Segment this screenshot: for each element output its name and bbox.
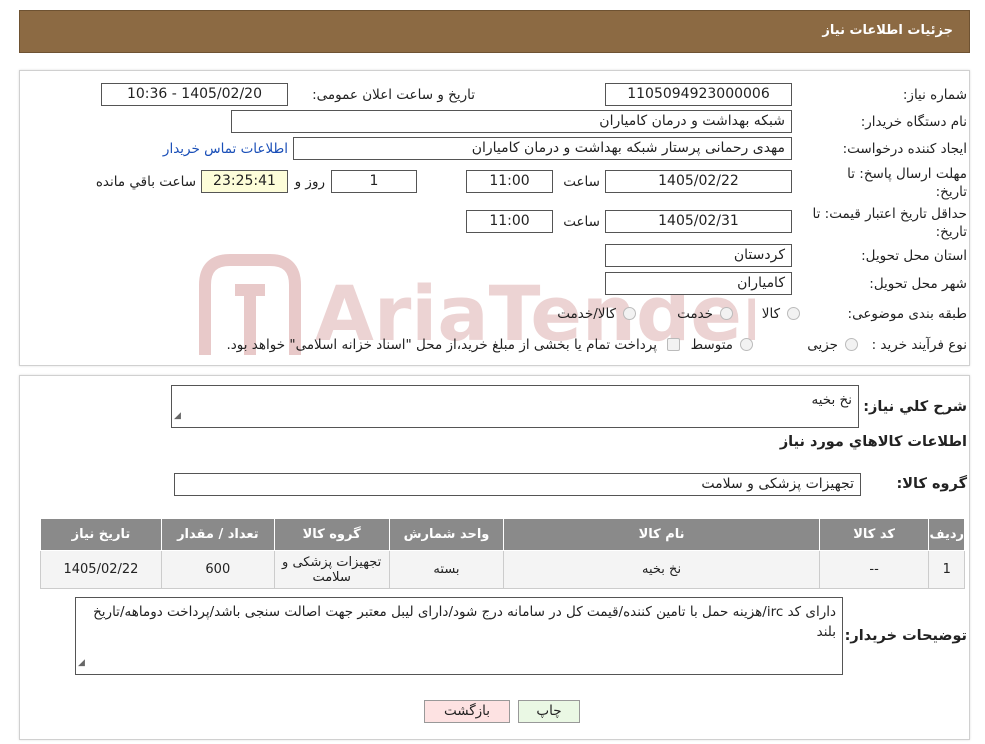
- buyer-org-label: نام دستگاه خریدار:: [860, 114, 967, 130]
- price-validity-label-date: تاریخ:: [935, 224, 967, 240]
- city-field: کامیاران: [605, 272, 792, 295]
- goods-table: رديف کد کالا نام کالا واحد شمارش گروه کا…: [40, 518, 965, 589]
- process-option-medium: متوسط: [690, 337, 733, 353]
- col-goods-name: نام کالا: [503, 518, 820, 551]
- price-validity-time-label: ساعت: [563, 214, 600, 230]
- category-option-goods: کالا: [761, 306, 780, 322]
- cell-goods-code: --: [818, 550, 930, 589]
- category-label: طبقه بندی موضوعی:: [847, 306, 967, 322]
- remaining-time-label: ساعت باقي مانده: [95, 174, 196, 190]
- category-option-goods-service: کالا/خدمت: [557, 306, 616, 322]
- need-number-field: 1105094923000006: [605, 83, 792, 106]
- buyer-contact-link[interactable]: اطلاعات تماس خریدار: [163, 141, 288, 157]
- creator-label: ایجاد کننده درخواست:: [842, 141, 967, 157]
- city-label: شهر محل تحویل:: [869, 276, 967, 292]
- col-unit: واحد شمارش: [388, 518, 505, 551]
- cell-goods-name: نخ بخیه: [503, 550, 820, 589]
- remaining-time-field: 23:25:41: [201, 170, 288, 193]
- price-validity-date-field: 1405/02/31: [605, 210, 792, 233]
- back-button[interactable]: بازگشت: [424, 700, 510, 723]
- creator-field: مهدی رحمانی پرستار شبکه بهداشت و درمان ک…: [293, 137, 792, 160]
- deadline-label: مهلت ارسال پاسخ: تا: [847, 166, 967, 182]
- resize-handle-icon[interactable]: ◢: [174, 406, 181, 426]
- treasury-checkbox[interactable]: [667, 338, 680, 351]
- category-option-service: خدمت: [677, 306, 713, 322]
- buyer-notes-field: دارای کد irc/هزینه حمل با تامین کننده/قی…: [75, 597, 843, 675]
- resize-handle-icon[interactable]: ◢: [78, 653, 85, 673]
- cell-row-number: 1: [928, 550, 965, 589]
- goods-group-field: تجهیزات پزشکی و سلامت: [174, 473, 861, 496]
- col-goods-group: گروه کالا: [273, 518, 390, 551]
- treasury-note: پرداخت تمام یا بخشی از مبلغ خرید،از محل …: [226, 337, 657, 353]
- cell-need-date: 1405/02/22: [40, 550, 162, 589]
- page-header: جزئیات اطلاعات نیاز: [19, 10, 970, 53]
- process-radio-minor[interactable]: [845, 338, 858, 351]
- goods-group-label: گروه کالا:: [896, 476, 967, 492]
- buyer-notes-text: دارای کد irc/هزینه حمل با تامین کننده/قی…: [93, 604, 836, 640]
- col-need-date: تاریخ نیاز: [40, 518, 162, 551]
- buyer-org-field: شبکه بهداشت و درمان کامیاران: [231, 110, 792, 133]
- category-radio-service[interactable]: [720, 307, 733, 320]
- description-field: نخ بخیه ◢: [171, 385, 859, 428]
- need-number-label: شماره نیاز:: [902, 87, 967, 103]
- goods-info-title: اطلاعات کالاهاي مورد نياز: [779, 434, 967, 450]
- announce-label: تاریخ و ساعت اعلان عمومی:: [312, 87, 475, 103]
- price-validity-time-field: 11:00: [466, 210, 553, 233]
- col-quantity: تعداد / مقدار: [160, 518, 275, 551]
- province-field: کردستان: [605, 244, 792, 267]
- deadline-time-label: ساعت: [563, 174, 600, 190]
- col-goods-code: کد کالا: [818, 518, 930, 551]
- process-radio-medium[interactable]: [740, 338, 753, 351]
- days-label: روز و: [294, 174, 325, 190]
- process-type-label: نوع فرآیند خرید :: [871, 337, 967, 353]
- print-button[interactable]: چاپ: [518, 700, 580, 723]
- price-validity-label: حداقل تاریخ اعتبار قیمت: تا: [812, 206, 967, 222]
- col-row-number: رديف: [928, 518, 965, 551]
- cell-unit: بسته: [388, 550, 505, 589]
- process-option-minor: جزیی: [807, 337, 838, 353]
- announce-datetime-field: 1405/02/20 - 10:36: [101, 83, 288, 106]
- deadline-date-field: 1405/02/22: [605, 170, 792, 193]
- deadline-time-field: 11:00: [466, 170, 553, 193]
- category-radio-goods[interactable]: [787, 307, 800, 320]
- description-label: شرح كلي نياز:: [863, 399, 967, 415]
- table-row: 1 -- نخ بخیه بسته تجهیزات پزشکی و سلامت …: [40, 550, 965, 589]
- description-text: نخ بخیه: [811, 392, 852, 408]
- goods-table-header: رديف کد کالا نام کالا واحد شمارش گروه کا…: [40, 518, 965, 551]
- buyer-notes-label: توضیحات خریدار:: [844, 628, 967, 644]
- category-radio-goods-service[interactable]: [623, 307, 636, 320]
- days-remaining-field: 1: [331, 170, 417, 193]
- cell-goods-group: تجهیزات پزشکی و سلامت: [273, 550, 390, 589]
- province-label: استان محل تحویل:: [861, 248, 967, 264]
- deadline-label-date: تاریخ:: [935, 184, 967, 200]
- cell-quantity: 600: [160, 550, 275, 589]
- page-title: جزئیات اطلاعات نیاز: [822, 23, 953, 38]
